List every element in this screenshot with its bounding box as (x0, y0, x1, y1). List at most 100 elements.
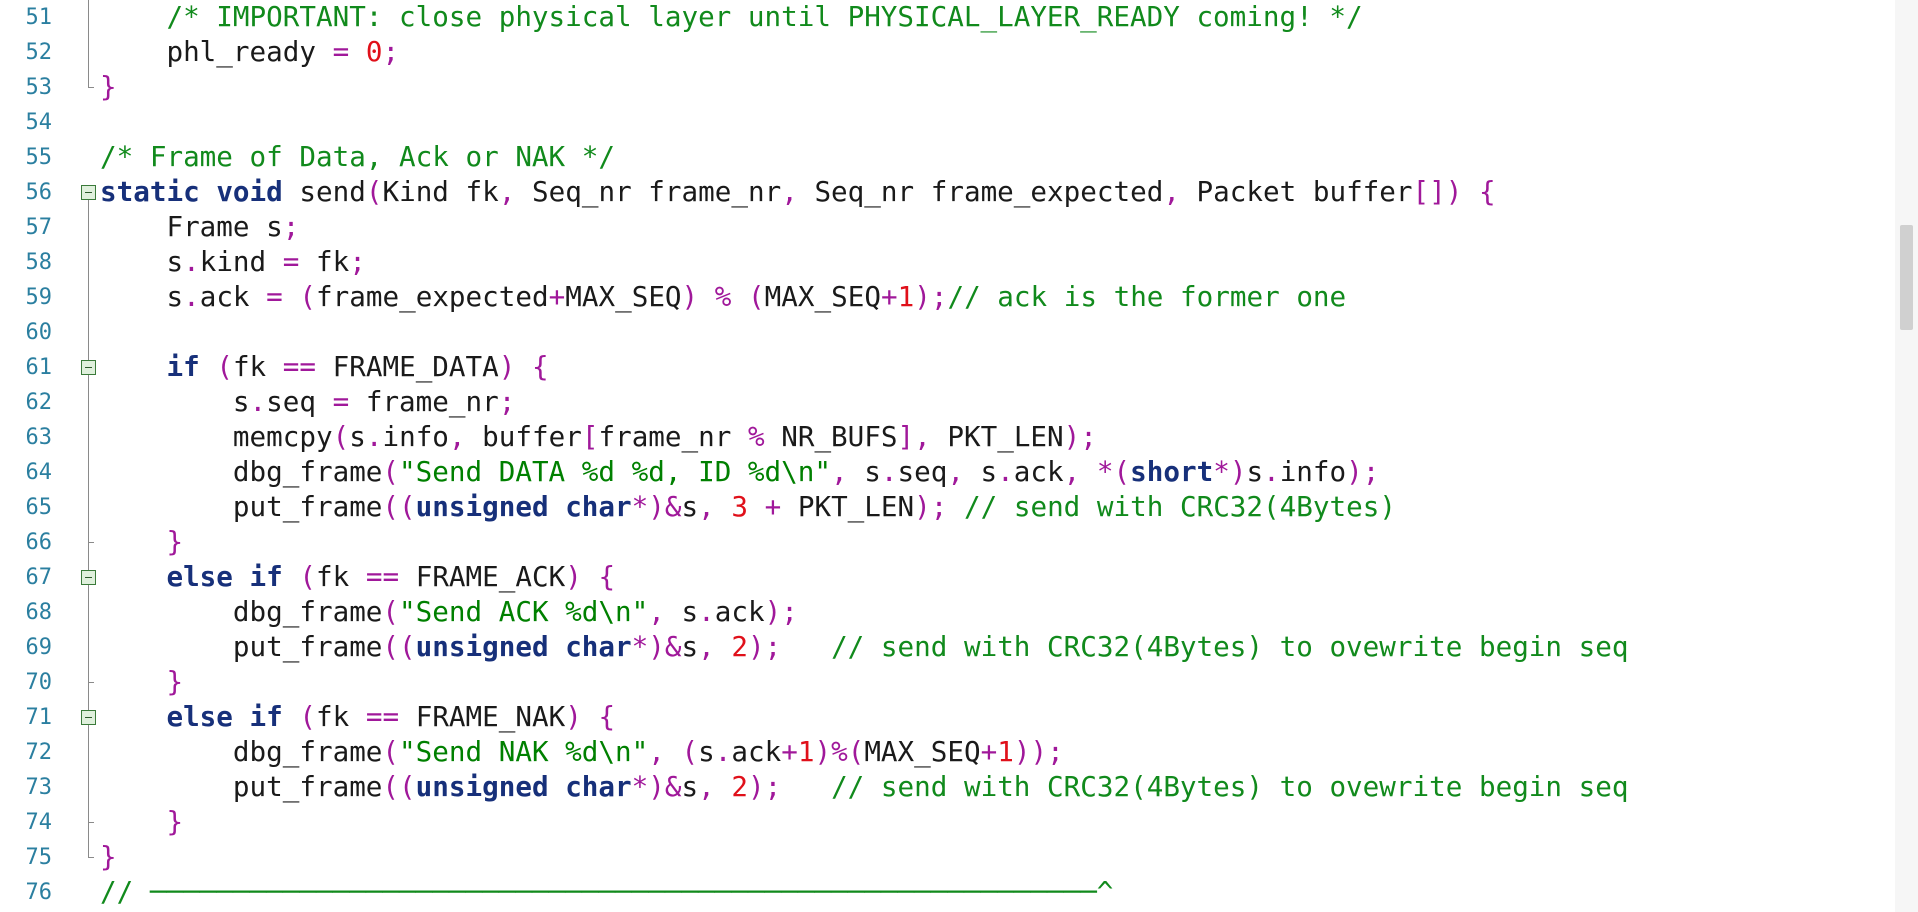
scrollbar-thumb[interactable] (1900, 225, 1913, 330)
code-line[interactable]: 73 put_frame((unsigned char*)&s, 2); // … (0, 770, 1895, 805)
code-line[interactable]: 54 (0, 105, 1895, 140)
code-line[interactable]: 67 else if (fk == FRAME_ACK) { (0, 560, 1895, 595)
code-text[interactable]: dbg_frame("Send ACK %d\n", s.ack); (100, 597, 798, 627)
code-line[interactable]: 70 } (0, 665, 1895, 700)
code-token: + (781, 735, 798, 768)
code-text[interactable]: if (fk == FRAME_DATA) { (100, 350, 549, 383)
code-token: ) (681, 280, 699, 313)
code-text[interactable]: /* IMPORTANT: close physical layer until… (100, 2, 1362, 32)
code-editor[interactable]: 51 /* IMPORTANT: close physical layer un… (0, 0, 1918, 912)
code-token: put_frame (100, 490, 383, 523)
code-token: { (532, 350, 549, 383)
code-line[interactable]: 68 dbg_frame("Send ACK %d\n", s.ack); (0, 595, 1895, 630)
code-token: Kind fk (382, 175, 499, 208)
fold-guide (80, 420, 98, 455)
code-token: ack (731, 735, 782, 768)
code-token: ; (349, 245, 366, 278)
code-line[interactable]: 60 (0, 315, 1895, 350)
code-line[interactable]: 76 // ───────────────────────────────────… (0, 875, 1895, 910)
code-token: . (997, 455, 1014, 488)
code-token: , (1063, 455, 1081, 488)
code-line[interactable]: 52 phl_ready = 0; (0, 35, 1895, 70)
code-token: *( (1096, 455, 1131, 488)
code-text[interactable]: } (100, 72, 117, 102)
code-token: } (166, 665, 184, 698)
code-text[interactable]: put_frame((unsigned char*)&s, 3 + PKT_LE… (100, 492, 1396, 522)
code-token: s (664, 595, 699, 628)
code-line[interactable]: 51 /* IMPORTANT: close physical layer un… (0, 0, 1895, 35)
code-token: ); (764, 595, 798, 628)
code-text[interactable]: phl_ready = 0; (100, 37, 399, 67)
code-token: buffer (465, 420, 582, 453)
fold-collapse-icon[interactable] (80, 560, 98, 595)
code-text[interactable]: static void send(Kind fk, Seq_nr frame_n… (100, 177, 1496, 207)
code-text[interactable]: dbg_frame("Send DATA %d %d, ID %d\n", s.… (100, 457, 1379, 487)
fold-collapse-icon[interactable] (80, 175, 98, 210)
code-line[interactable]: 61 if (fk == FRAME_DATA) { (0, 350, 1895, 385)
code-line[interactable]: 53} (0, 70, 1895, 105)
code-token: )); (1013, 735, 1064, 768)
code-token: unsigned (415, 630, 549, 663)
fold-guide (80, 490, 98, 525)
code-text[interactable]: dbg_frame("Send NAK %d\n", (s.ack+1)%(MA… (100, 737, 1064, 767)
code-token: s (681, 490, 699, 523)
code-text[interactable]: Frame s; (100, 212, 299, 242)
code-token: ; (382, 35, 400, 68)
code-text[interactable]: put_frame((unsigned char*)&s, 2); // sen… (100, 630, 1629, 663)
code-line[interactable]: 56 static void send(Kind fk, Seq_nr frame… (0, 175, 1895, 210)
code-token: ( (299, 700, 317, 733)
code-token: = (332, 385, 350, 418)
fold-collapse-icon[interactable] (80, 350, 98, 385)
code-text[interactable]: s.kind = fk; (100, 245, 366, 278)
code-text[interactable]: else if (fk == FRAME_ACK) { (100, 562, 615, 592)
code-text[interactable]: } (100, 667, 183, 697)
code-line[interactable]: 57 Frame s; (0, 210, 1895, 245)
code-text[interactable]: memcpy(s.info, buffer[frame_nr % NR_BUFS… (100, 422, 1097, 452)
code-line[interactable]: 72 dbg_frame("Send NAK %d\n", (s.ack+1)%… (0, 735, 1895, 770)
code-line[interactable]: 59 s.ack = (frame_expected+MAX_SEQ) % (M… (0, 280, 1895, 315)
code-text[interactable]: // ─────────────────────────────────────… (100, 877, 1113, 907)
code-token: void (216, 175, 283, 208)
code-token: NR_BUFS (764, 420, 898, 453)
code-line[interactable]: 74 } (0, 805, 1895, 840)
code-line[interactable]: 66 } (0, 525, 1895, 560)
code-text[interactable]: /* Frame of Data, Ack or NAK */ (100, 142, 615, 172)
code-line[interactable]: 69 put_frame((unsigned char*)&s, 2); // … (0, 630, 1895, 665)
code-token: if (166, 350, 200, 383)
code-token: ack (1013, 455, 1064, 488)
code-line[interactable]: 75} (0, 840, 1895, 875)
code-token: Seq_nr frame_nr (515, 175, 782, 208)
code-line[interactable]: 63 memcpy(s.info, buffer[frame_nr % NR_B… (0, 420, 1895, 455)
code-text[interactable]: } (100, 807, 183, 837)
code-token: } (166, 525, 184, 558)
code-line[interactable]: 71 else if (fk == FRAME_NAK) { (0, 700, 1895, 735)
code-line[interactable]: 64 dbg_frame("Send DATA %d %d, ID %d\n",… (0, 455, 1895, 490)
line-number: 55 (25, 145, 53, 170)
code-line[interactable]: 62 s.seq = frame_nr; (0, 385, 1895, 420)
code-token: ack (199, 280, 267, 313)
code-line[interactable]: 55 /* Frame of Data, Ack or NAK */ (0, 140, 1895, 175)
code-token: fk (232, 350, 283, 383)
code-text[interactable]: } (100, 527, 183, 557)
code-text[interactable]: } (100, 842, 117, 872)
code-line[interactable]: 58 s.kind = fk; (0, 245, 1895, 280)
code-token: frame_nr (349, 385, 499, 418)
vertical-scrollbar[interactable] (1895, 0, 1918, 912)
code-text[interactable]: else if (fk == FRAME_NAK) { (100, 702, 615, 732)
fold-guide (80, 455, 98, 490)
code-token: = (332, 35, 350, 68)
code-token: // ack is the former one (947, 280, 1347, 313)
code-line[interactable]: 65 put_frame((unsigned char*)&s, 3 + PKT… (0, 490, 1895, 525)
code-text[interactable]: s.seq = frame_nr; (100, 387, 515, 417)
code-text[interactable]: s.ack = (frame_expected+MAX_SEQ) % (MAX_… (100, 282, 1346, 312)
code-token: seq (897, 455, 948, 488)
code-text[interactable]: put_frame((unsigned char*)&s, 2); // sen… (100, 772, 1629, 802)
code-token: dbg_frame (100, 735, 383, 768)
fold-collapse-icon[interactable] (80, 700, 98, 735)
